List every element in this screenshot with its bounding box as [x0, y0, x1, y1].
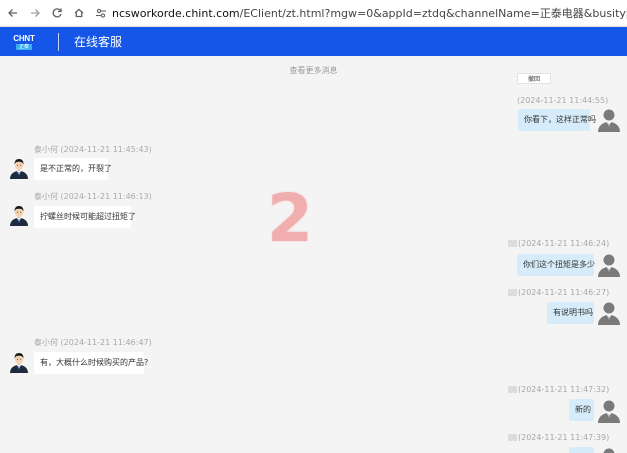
time-text: (2024-11-21 11:46:47): [60, 338, 152, 347]
forward-arrow-icon[interactable]: [25, 3, 45, 23]
home-icon[interactable]: [69, 3, 89, 23]
user-message-bubble: 有说明书吗: [547, 302, 594, 324]
reload-icon[interactable]: [47, 3, 67, 23]
agent-message-bubble: 是不正常的，开裂了: [34, 158, 112, 180]
user-avatar-icon: [598, 253, 620, 277]
time-text: (2024-11-21 11:45:43): [60, 145, 152, 154]
user-avatar-icon: [598, 108, 620, 132]
redacted-name-block: [508, 434, 517, 441]
message-timestamp: (2024-11-21 11:46:27): [518, 288, 609, 297]
message-timestamp: (2024-11-21 11:47:39): [518, 433, 609, 442]
address-bar[interactable]: ncsworkorde.chint.com/EClient/zt.html?mg…: [95, 3, 627, 23]
message-timestamp: (2024-11-21 11:46:24): [518, 239, 609, 248]
redacted-name-block: [508, 240, 517, 247]
sender-name: 泰小何: [34, 192, 61, 201]
user-avatar-icon: [598, 301, 620, 325]
user-message-bubble: [569, 447, 594, 453]
sender-name: 泰小何: [34, 338, 61, 347]
agent-avatar-icon: [9, 157, 29, 179]
redacted-name-block: [508, 386, 517, 393]
user-avatar-icon: [598, 447, 620, 453]
sender-name: 泰小何: [34, 145, 61, 154]
time-text: (2024-11-21 11:47:39): [518, 433, 610, 442]
agent-avatar-icon: [9, 204, 29, 226]
header-divider: [58, 32, 59, 51]
page-title: 在线客服: [74, 35, 123, 49]
message-timestamp: 泰小何 (2024-11-21 11:46:13): [34, 191, 152, 202]
withdraw-button[interactable]: 撤回: [517, 73, 551, 84]
redacted-name-block: [508, 289, 517, 296]
time-text: (2024-11-21 11:46:24): [518, 239, 610, 248]
user-message-bubble: 你看下，这样正常吗: [518, 109, 596, 131]
message-timestamp: 泰小何 (2024-11-21 11:46:47): [34, 337, 152, 348]
message-timestamp: (2024-11-21 11:44:55): [517, 96, 608, 105]
time-text: (2024-11-21 11:47:32): [518, 385, 610, 394]
app-header: CHNT 正泰 在线客服: [0, 27, 627, 56]
agent-message-bubble: 拧螺丝时候可能超过扭矩了: [34, 206, 136, 228]
user-message-bubble: 你们这个扭矩是多少: [517, 254, 595, 276]
user-avatar-icon: [598, 399, 620, 423]
chat-area[interactable]: 查看更多消息 撤回 (2024-11-21 11:44:55) 你看下，这样正常吗…: [0, 56, 627, 453]
site-settings-icon[interactable]: [95, 6, 107, 20]
time-text: (2024-11-21 11:46:13): [60, 192, 152, 201]
back-arrow-icon[interactable]: [3, 3, 23, 23]
url-text: ncsworkorde.chint.com/EClient/zt.html?mg…: [112, 7, 627, 20]
time-text: (2024-11-21 11:46:27): [518, 288, 610, 297]
time-text: (2024-11-21 11:44:55): [517, 96, 609, 105]
agent-message-bubble: 有，大概什么时候购买的产品?: [34, 352, 148, 374]
browser-toolbar: ncsworkorde.chint.com/EClient/zt.html?mg…: [0, 0, 627, 27]
chint-logo: CHNT 正泰: [13, 33, 35, 50]
agent-avatar-icon: [9, 351, 29, 373]
message-timestamp: 泰小何 (2024-11-21 11:45:43): [34, 144, 152, 155]
watermark-number: 2: [267, 180, 313, 257]
user-message-bubble: 新的: [569, 399, 594, 421]
message-timestamp: (2024-11-21 11:47:32): [518, 385, 609, 394]
